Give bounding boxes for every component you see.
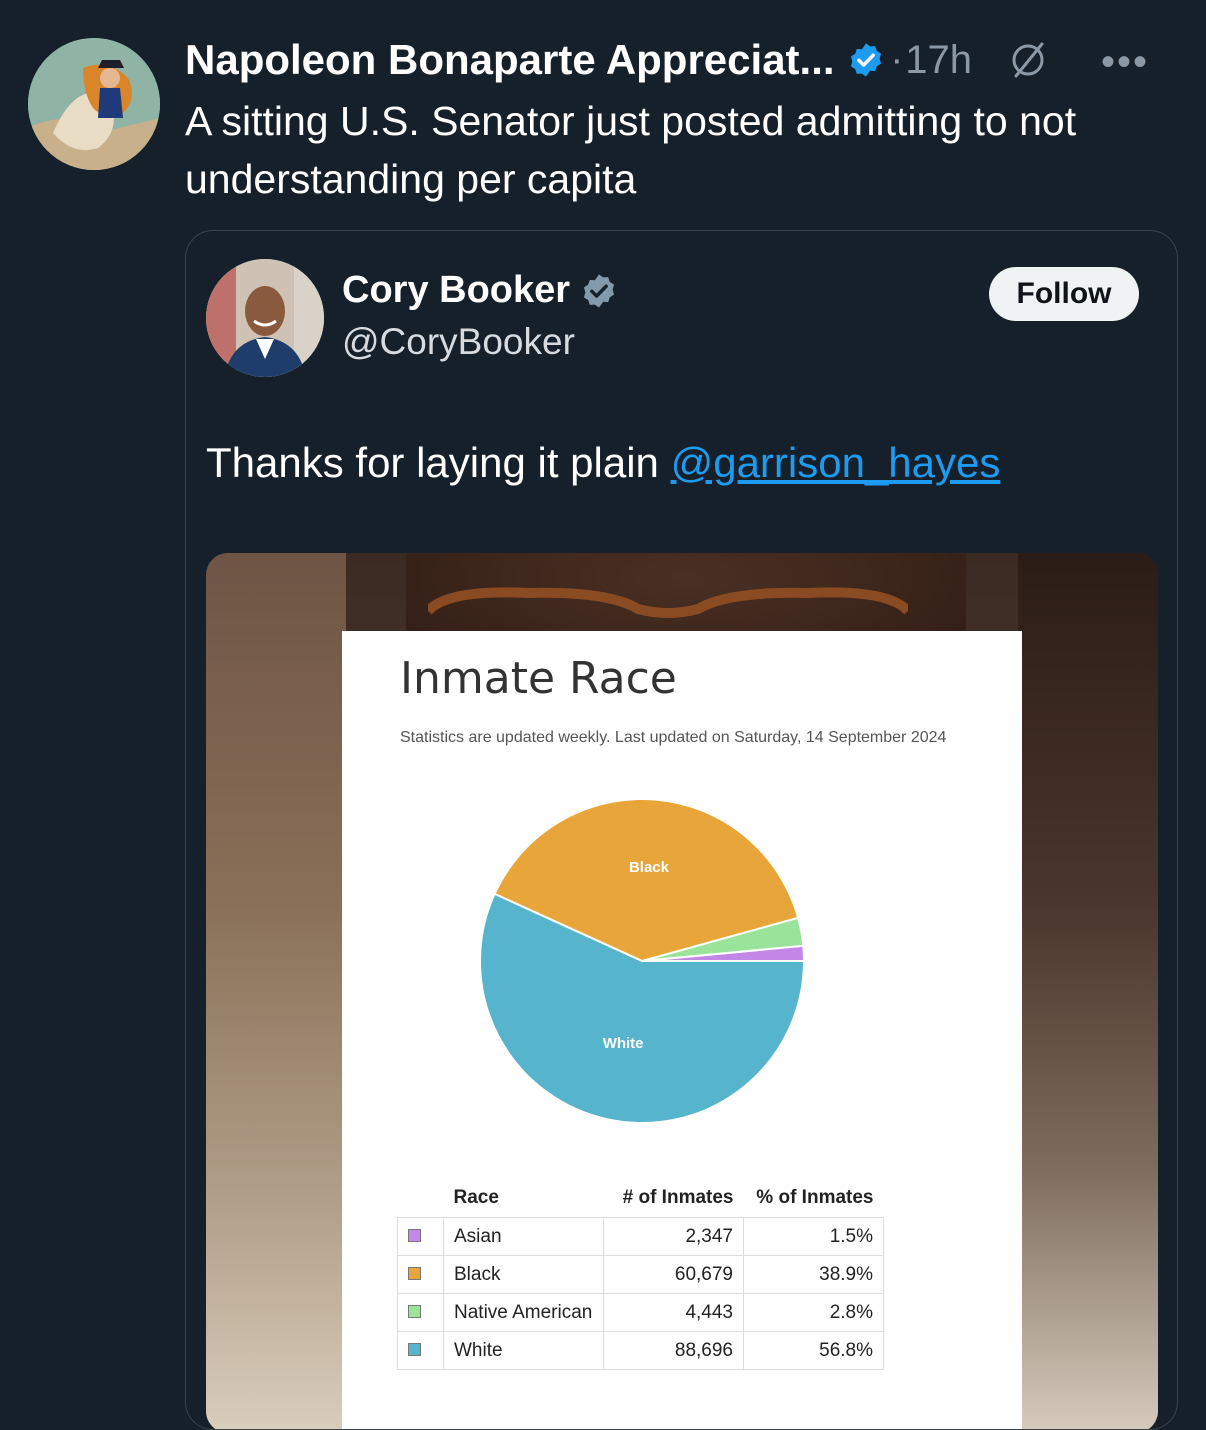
- swatch-native-american: [408, 1304, 421, 1318]
- document-title: Inmate Race: [400, 653, 677, 704]
- table-row: Native American 4,443 2.8%: [397, 1293, 884, 1332]
- author-avatar[interactable]: [28, 38, 160, 170]
- separator-dot: ·: [890, 38, 904, 81]
- count-cell: 4,443: [603, 1293, 744, 1332]
- verified-badge-icon: [850, 43, 881, 77]
- quote-author-name[interactable]: Cory Booker: [342, 269, 570, 312]
- count-cell: 60,679: [603, 1255, 744, 1294]
- swatch-black: [408, 1266, 421, 1280]
- count-cell: 88,696: [603, 1331, 744, 1370]
- swatch-cell: [397, 1331, 444, 1370]
- photo-background-left: [206, 553, 346, 1429]
- race-cell: Native American: [443, 1293, 604, 1332]
- percent-cell: 38.9%: [743, 1255, 884, 1294]
- count-cell: 2,347: [603, 1217, 744, 1256]
- race-pie-chart: Black White: [479, 798, 806, 1124]
- race-cell: Asian: [443, 1217, 604, 1256]
- swatch-white: [408, 1342, 421, 1356]
- quoted-tweet[interactable]: Cory Booker @CoryBooker Follow Thanks fo…: [185, 230, 1178, 1430]
- pie-label-white: White: [603, 1035, 644, 1052]
- table-header-row: Race # of Inmates % of Inmates: [398, 1179, 884, 1218]
- government-verified-badge-icon: [584, 273, 615, 308]
- table-header-race: Race: [453, 1187, 499, 1208]
- follow-button[interactable]: Follow: [989, 267, 1139, 321]
- pie-label-black: Black: [629, 859, 670, 876]
- cory-booker-photo: [206, 259, 324, 377]
- percent-cell: 2.8%: [743, 1293, 884, 1332]
- swatch-cell: [397, 1293, 444, 1332]
- tweet-text: A sitting U.S. Senator just posted admit…: [185, 98, 1077, 202]
- swatch-cell: [397, 1217, 444, 1256]
- photo-background-right: [1018, 553, 1158, 1429]
- table-header-count: # of Inmates: [622, 1187, 734, 1208]
- author-name[interactable]: Napoleon Bonaparte Appreciat...: [185, 36, 835, 84]
- table-header-swatch: [398, 1179, 444, 1218]
- table-row: Black 60,679 38.9%: [397, 1255, 884, 1294]
- quote-media-image[interactable]: Inmate Race Statistics are updated weekl…: [206, 553, 1158, 1429]
- grok-icon[interactable]: [1006, 38, 1050, 82]
- race-cell: Black: [443, 1255, 604, 1294]
- quote-text: Thanks for laying it plain @garrison_hay…: [206, 439, 1000, 487]
- race-cell: White: [443, 1331, 604, 1370]
- mention-link[interactable]: @garrison_hayes: [671, 439, 1001, 486]
- percent-cell: 1.5%: [743, 1217, 884, 1256]
- race-stats-table: Race # of Inmates % of Inmates Asian 2,3…: [397, 1179, 884, 1370]
- swatch-asian: [408, 1228, 421, 1242]
- document-subtitle: Statistics are updated weekly. Last upda…: [400, 729, 947, 746]
- tweet-header: Napoleon Bonaparte Appreciat... · 17h ••…: [185, 32, 1185, 88]
- quote-author-handle[interactable]: @CoryBooker: [342, 321, 575, 363]
- stats-document: Inmate Race Statistics are updated weekl…: [342, 631, 1022, 1429]
- quote-text-body: Thanks for laying it plain: [206, 439, 671, 486]
- quote-name-row: Cory Booker: [342, 269, 618, 312]
- more-icon[interactable]: •••: [1101, 40, 1149, 85]
- quote-author-avatar[interactable]: [206, 259, 324, 377]
- percent-cell: 56.8%: [743, 1331, 884, 1370]
- swatch-cell: [397, 1255, 444, 1294]
- table-header-percent: % of Inmates: [756, 1187, 874, 1208]
- table-row: White 88,696 56.8%: [397, 1331, 884, 1370]
- table-row: Asian 2,347 1.5%: [397, 1217, 884, 1256]
- napoleon-painting-image: [28, 38, 160, 170]
- tweet-time[interactable]: 17h: [905, 38, 972, 83]
